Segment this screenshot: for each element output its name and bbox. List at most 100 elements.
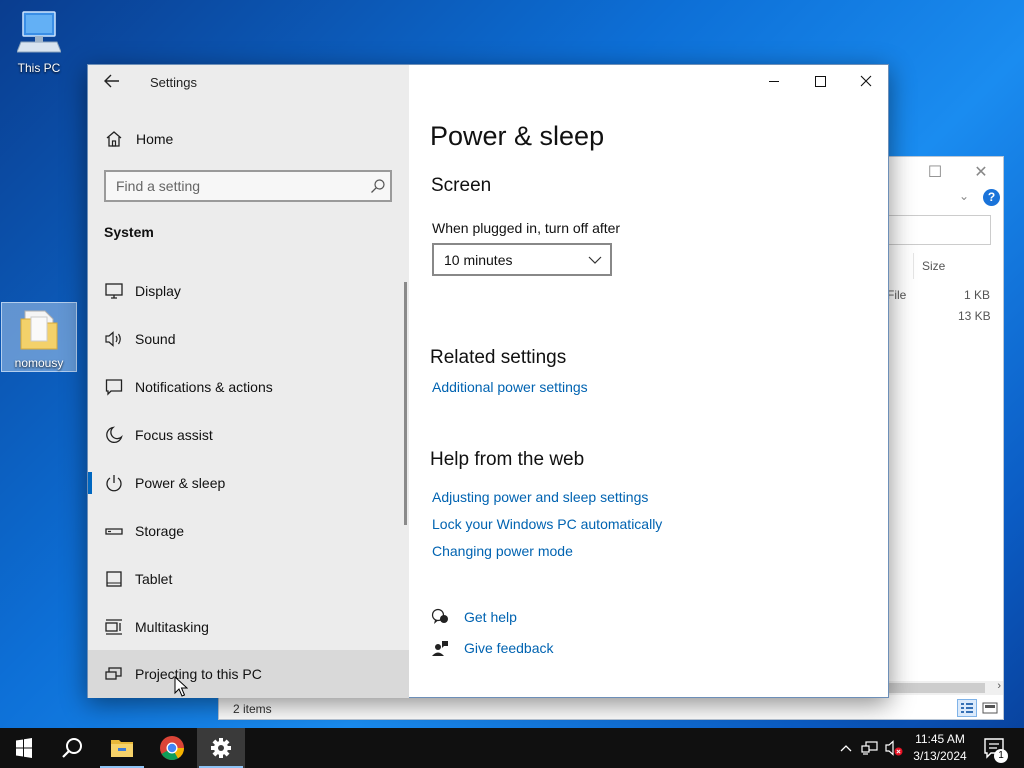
sidebar-item-display[interactable]: Display xyxy=(88,267,409,315)
details-view-button[interactable] xyxy=(957,699,977,717)
power-icon xyxy=(106,475,122,492)
maximize-icon xyxy=(815,76,826,87)
file-type-cell: File xyxy=(887,288,907,302)
taskbar-chrome[interactable] xyxy=(148,728,196,768)
sidebar-item-label: Tablet xyxy=(135,571,173,587)
chrome-icon xyxy=(160,736,184,761)
scrollbar-thumb[interactable] xyxy=(889,683,985,693)
multitasking-icon xyxy=(105,619,122,635)
lock-pc-link[interactable]: Lock your Windows PC automatically xyxy=(432,516,662,532)
explorer-search-input[interactable] xyxy=(879,215,991,245)
search-icon xyxy=(62,738,82,758)
projecting-icon xyxy=(105,667,122,680)
notification-count-badge: 1 xyxy=(994,749,1008,763)
sidebar-item-focus-assist[interactable]: Focus assist xyxy=(88,411,409,459)
taskbar-search-button[interactable] xyxy=(48,728,96,768)
minimize-button[interactable] xyxy=(751,65,797,97)
file-size-cell: 1 KB xyxy=(964,288,991,302)
timeout-selected-value: 10 minutes xyxy=(444,252,513,268)
tiles-view-icon xyxy=(982,702,998,714)
settings-window[interactable]: Settings Home System Display xyxy=(87,64,889,698)
screen-timeout-dropdown[interactable]: 10 minutes xyxy=(432,243,612,276)
adjusting-power-link[interactable]: Adjusting power and sleep settings xyxy=(432,489,648,505)
sidebar-item-home[interactable]: Home xyxy=(88,121,409,157)
sidebar-item-tablet[interactable]: Tablet xyxy=(88,555,409,603)
folder-icon xyxy=(20,310,58,350)
sidebar-item-multitasking[interactable]: Multitasking xyxy=(88,603,409,651)
sidebar-item-power-sleep[interactable]: Power & sleep xyxy=(88,459,409,507)
sidebar-item-sound[interactable]: Sound xyxy=(88,315,409,363)
file-size-cell: 13 KB xyxy=(958,309,991,323)
sidebar-item-label: Multitasking xyxy=(135,619,209,635)
help-icon[interactable]: ? xyxy=(983,189,1000,206)
moon-icon xyxy=(106,426,123,444)
back-button[interactable] xyxy=(98,70,126,96)
sidebar-item-label: Home xyxy=(136,131,174,147)
additional-power-settings-link[interactable]: Additional power settings xyxy=(432,379,588,395)
clock-date: 3/13/2024 xyxy=(913,749,967,763)
sidebar-item-label: Focus assist xyxy=(135,427,213,443)
taskbar: 11:45 AM 3/13/2024 1 xyxy=(0,728,1024,768)
maximize-button[interactable] xyxy=(797,65,843,97)
horizontal-scrollbar[interactable]: › xyxy=(889,680,1003,695)
explorer-close-button[interactable]: ✕ xyxy=(961,161,1001,185)
desktop-icon-this-pc[interactable]: This PC xyxy=(1,8,77,75)
close-button[interactable] xyxy=(843,65,889,97)
computer-icon xyxy=(16,11,62,53)
help-chat-icon xyxy=(431,608,448,624)
monitor-icon xyxy=(105,283,123,299)
back-arrow-icon xyxy=(104,74,119,88)
network-icon[interactable] xyxy=(860,738,880,758)
minimize-icon xyxy=(769,81,779,82)
get-help-label: Get help xyxy=(464,609,517,625)
desktop-icon-label: nomousy xyxy=(14,356,64,370)
sidebar-item-label: Projecting to this PC xyxy=(135,666,262,682)
sidebar-item-notifications[interactable]: Notifications & actions xyxy=(88,363,409,411)
desktop-icon-nomousy[interactable]: nomousy xyxy=(1,302,77,372)
taskbar-file-explorer[interactable] xyxy=(98,728,146,768)
plugged-in-label: When plugged in, turn off after xyxy=(432,220,621,236)
action-center-button[interactable]: 1 xyxy=(976,728,1020,768)
search-icon[interactable] xyxy=(370,178,386,194)
related-settings-heading: Related settings xyxy=(430,347,567,368)
section-label: System xyxy=(104,224,154,240)
taskbar-settings[interactable] xyxy=(197,728,245,768)
start-button[interactable] xyxy=(0,728,48,768)
app-title: Settings xyxy=(150,75,197,90)
help-web-heading: Help from the web xyxy=(430,449,585,470)
screen-heading: Screen xyxy=(431,175,492,196)
close-icon xyxy=(860,75,872,87)
settings-search-box[interactable] xyxy=(104,170,392,202)
status-bar: 2 items xyxy=(219,697,1003,720)
details-view-icon xyxy=(961,703,973,713)
settings-search-input[interactable] xyxy=(106,172,362,200)
feedback-icon xyxy=(432,641,448,656)
taskbar-clock[interactable]: 11:45 AM 3/13/2024 xyxy=(910,731,970,765)
sidebar-item-label: Power & sleep xyxy=(135,475,226,491)
notification-icon xyxy=(105,379,123,396)
chevron-down-icon[interactable]: ⌄ xyxy=(959,189,969,203)
show-hidden-icons-icon[interactable] xyxy=(836,738,856,758)
gear-icon xyxy=(211,738,231,758)
storage-icon xyxy=(105,528,123,535)
clock-time: 11:45 AM xyxy=(915,732,965,746)
column-header-size[interactable]: Size xyxy=(913,253,995,279)
tablet-icon xyxy=(106,571,122,587)
large-icons-view-button[interactable] xyxy=(981,699,999,717)
item-count: 2 items xyxy=(233,702,272,716)
page-title: Power & sleep xyxy=(430,121,605,151)
scroll-right-icon[interactable]: › xyxy=(997,680,1001,692)
sidebar-item-label: Notifications & actions xyxy=(135,379,273,395)
changing-power-mode-link[interactable]: Changing power mode xyxy=(432,543,573,559)
desktop-icon-label: This PC xyxy=(17,61,61,75)
sidebar-item-projecting[interactable]: Projecting to this PC xyxy=(88,650,409,698)
mouse-cursor-icon xyxy=(174,676,188,697)
chevron-down-icon xyxy=(588,256,602,264)
sidebar-item-label: Display xyxy=(135,283,181,299)
sidebar-scrollbar[interactable] xyxy=(404,282,407,525)
settings-sidebar: Settings Home System Display xyxy=(88,65,409,698)
explorer-maximize-button[interactable]: ☐ xyxy=(915,161,955,185)
windows-logo-icon xyxy=(16,738,32,758)
volume-muted-icon[interactable] xyxy=(884,738,904,758)
sidebar-item-storage[interactable]: Storage xyxy=(88,507,409,555)
